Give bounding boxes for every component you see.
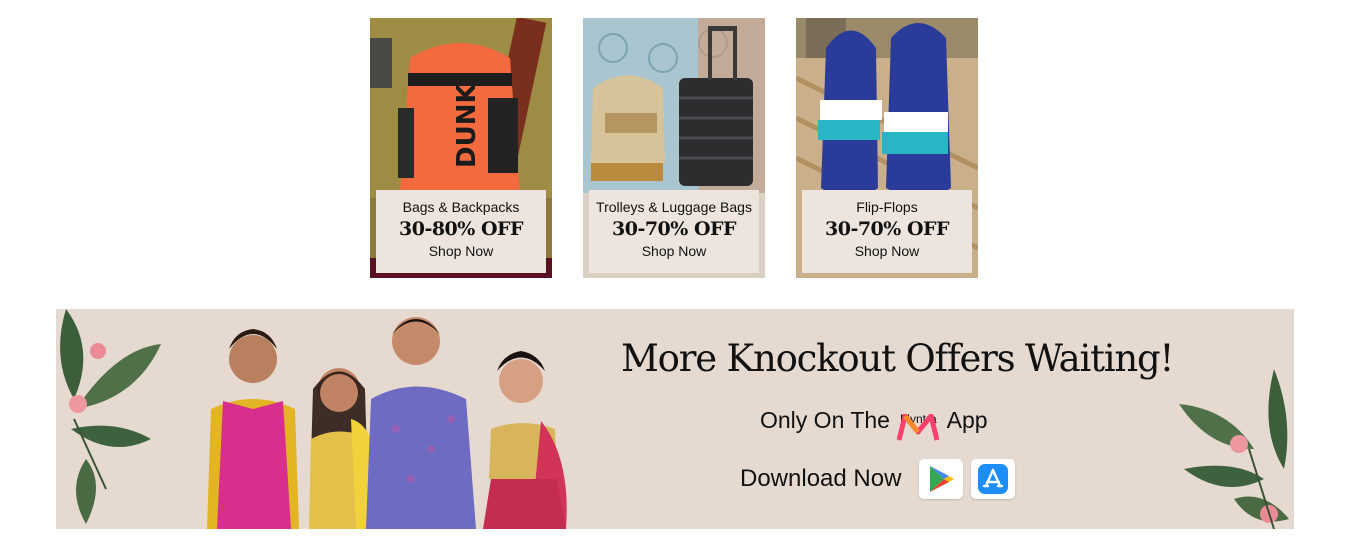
- models-group-image: [207, 317, 567, 529]
- only-on-app-row: Only On The Myntra App: [760, 395, 988, 445]
- category-label: Trolleys & Luggage Bags: [596, 199, 752, 215]
- leaves-right-decoration: [1179, 369, 1289, 529]
- svg-text:DUNK: DUNK: [452, 83, 482, 168]
- card-bags-backpacks[interactable]: DUNK Bags & Backpacks 30-80% OFF Shop No…: [370, 18, 552, 278]
- shop-now-link[interactable]: Shop Now: [802, 243, 972, 259]
- category-label: Flip-Flops: [856, 199, 918, 215]
- play-store-button[interactable]: [919, 459, 964, 499]
- only-on-suffix: App: [946, 406, 988, 433]
- card-info: Flip-Flops 30-70% OFF Shop Now: [802, 190, 972, 273]
- card-info: Trolleys & Luggage Bags 30-70% OFF Shop …: [589, 190, 759, 273]
- category-label: Bags & Backpacks: [402, 199, 520, 215]
- myntra-logo-icon: [897, 414, 940, 441]
- app-store-icon: [978, 464, 1009, 494]
- offer-label: 30-80% OFF: [399, 218, 523, 240]
- only-on-prefix: Only On The: [760, 406, 890, 433]
- leaves-left-decoration: [60, 309, 161, 524]
- card-info: Bags & Backpacks 30-80% OFF Shop Now: [376, 190, 546, 273]
- card-trolleys-luggage[interactable]: Trolleys & Luggage Bags 30-70% OFF Shop …: [583, 18, 765, 278]
- download-row: Download Now: [740, 457, 1016, 501]
- banner-headline: More Knockout Offers Waiting!: [621, 337, 1174, 380]
- shop-now-link[interactable]: Shop Now: [376, 243, 546, 259]
- offer-label: 30-70% OFF: [612, 218, 736, 240]
- download-now-label: Download Now: [740, 465, 902, 492]
- offer-label: 30-70% OFF: [825, 218, 949, 240]
- play-store-icon: [930, 466, 955, 492]
- card-flip-flops[interactable]: Flip-Flops 30-70% OFF Shop Now: [796, 18, 978, 278]
- app-promo-banner[interactable]: More Knockout Offers Waiting! Only On Th…: [56, 309, 1294, 529]
- app-store-button[interactable]: [971, 459, 1016, 499]
- myntra-logo: Myntra: [897, 412, 940, 441]
- shop-now-link[interactable]: Shop Now: [589, 243, 759, 259]
